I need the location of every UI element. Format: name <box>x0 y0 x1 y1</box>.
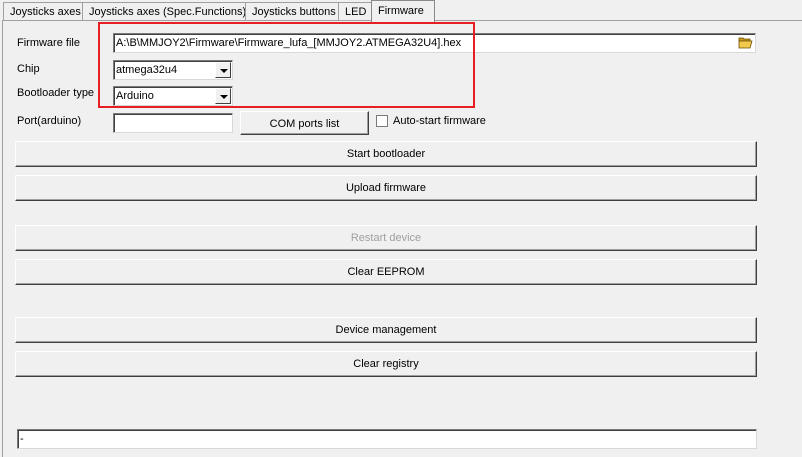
chevron-down-icon[interactable] <box>215 62 231 78</box>
chevron-down-icon[interactable] <box>215 88 231 104</box>
tab-firmware[interactable]: Firmware <box>371 0 435 22</box>
firmware-file-value: A:\B\MMJOY2\Firmware\Firmware_lufa_[MMJO… <box>116 37 462 49</box>
port-arduino-label: Port(arduino) <box>17 115 82 127</box>
chip-label: Chip <box>17 63 40 75</box>
auto-start-firmware-label: Auto-start firmware <box>393 115 486 127</box>
firmware-file-label: Firmware file <box>17 37 80 49</box>
tab-joysticks-axes[interactable]: Joysticks axes <box>3 2 88 21</box>
firmware-file-field[interactable]: A:\B\MMJOY2\Firmware\Firmware_lufa_[MMJO… <box>113 33 756 53</box>
start-bootloader-button[interactable]: Start bootloader <box>15 141 757 167</box>
clear-eeprom-button[interactable]: Clear EEPROM <box>15 259 757 285</box>
chip-select[interactable]: atmega32u4 <box>113 60 233 80</box>
folder-open-icon[interactable] <box>738 36 753 49</box>
device-management-button[interactable]: Device management <box>15 317 757 343</box>
chip-value: atmega32u4 <box>116 64 178 76</box>
tab-joysticks-axes-spec-functions[interactable]: Joysticks axes (Spec.Functions) <box>82 2 254 21</box>
com-ports-list-button[interactable]: COM ports list <box>240 111 369 135</box>
upload-firmware-button[interactable]: Upload firmware <box>15 175 757 201</box>
status-field: - <box>17 429 757 449</box>
bootloader-type-select[interactable]: Arduino <box>113 86 233 106</box>
clear-registry-button[interactable]: Clear registry <box>15 351 757 377</box>
bootloader-type-value: Arduino <box>116 90 154 102</box>
restart-device-button[interactable]: Restart device <box>15 225 757 251</box>
port-arduino-input[interactable] <box>113 113 233 133</box>
auto-start-firmware-checkbox[interactable] <box>376 115 388 127</box>
tab-joysticks-buttons[interactable]: Joysticks buttons <box>245 2 343 21</box>
bootloader-type-label: Bootloader type <box>17 87 95 99</box>
tab-led[interactable]: LED <box>338 2 374 21</box>
